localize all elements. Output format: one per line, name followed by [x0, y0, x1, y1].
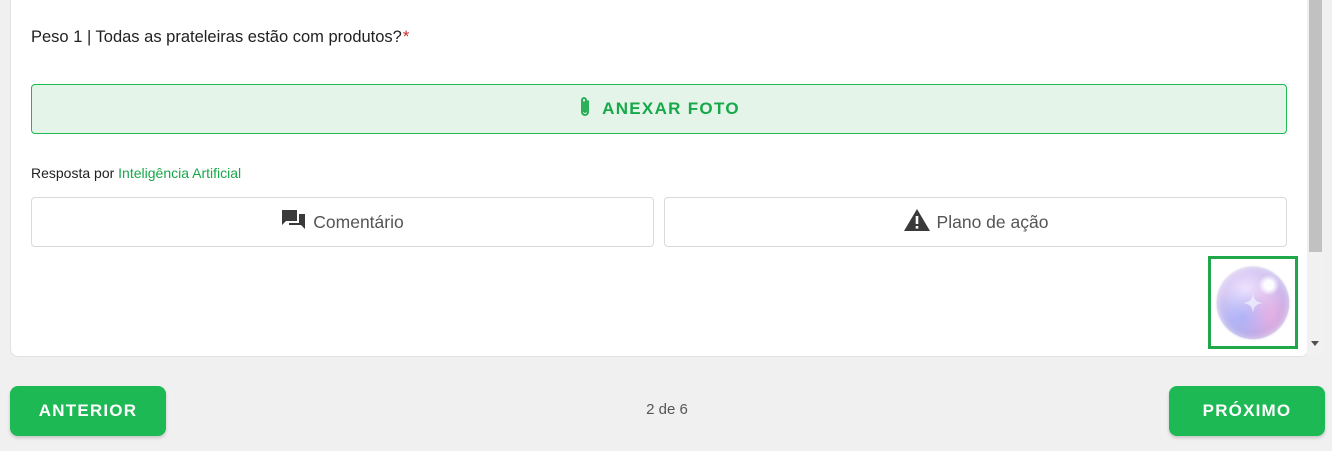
- sparkle-bubble-icon: [1217, 266, 1289, 339]
- ai-answer-link[interactable]: Inteligência Artificial: [118, 165, 241, 181]
- comment-label: Comentário: [313, 211, 404, 232]
- action-plan-button[interactable]: Plano de ação: [664, 197, 1287, 247]
- scroll-down-arrow-icon[interactable]: [1311, 341, 1319, 346]
- next-button[interactable]: PRÓXIMO: [1169, 386, 1325, 436]
- warning-icon: [903, 208, 937, 237]
- question-title: Peso 1 | Todas as prateleiras estão com …: [31, 28, 409, 47]
- ai-answer-prefix: Resposta por: [31, 165, 119, 181]
- vertical-scrollbar[interactable]: [1307, 0, 1324, 355]
- chat-icon: [281, 208, 313, 237]
- previous-button[interactable]: ANTERIOR: [10, 386, 166, 436]
- page-indicator: 2 de 6: [646, 401, 688, 418]
- action-plan-label: Plano de ação: [936, 211, 1049, 232]
- attach-photo-label: ANEXAR FOTO: [602, 99, 740, 118]
- scrollbar-thumb[interactable]: [1309, 0, 1322, 252]
- comment-button[interactable]: Comentário: [31, 197, 654, 247]
- required-marker: *: [402, 28, 410, 46]
- ai-assistant-button[interactable]: [1208, 256, 1298, 349]
- ai-answer-line: Resposta por Inteligência Artificial: [31, 165, 241, 181]
- attach-photo-button[interactable]: ANEXAR FOTO: [31, 84, 1287, 134]
- question-text: Peso 1 | Todas as prateleiras estão com …: [31, 28, 402, 46]
- paperclip-icon: [578, 96, 602, 123]
